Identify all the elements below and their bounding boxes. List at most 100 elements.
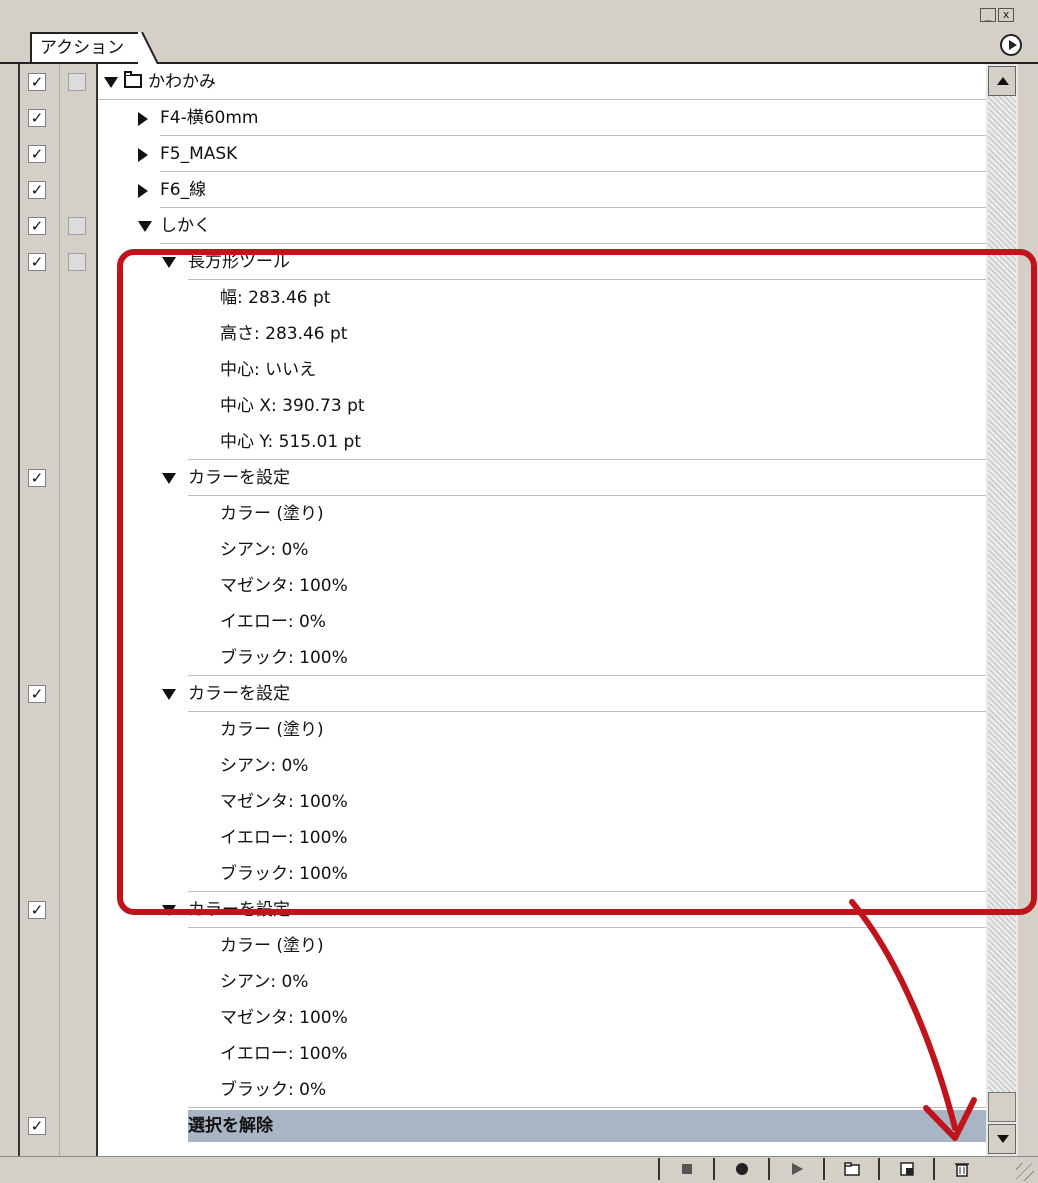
parameter-row[interactable]: シアン: 0%	[20, 532, 988, 568]
action-row[interactable]: ✓ F5_MASK	[20, 136, 988, 172]
row-label: F5_MASK	[160, 144, 238, 164]
new-set-button[interactable]	[823, 1158, 878, 1180]
expand-triangle-right-icon[interactable]	[138, 184, 148, 198]
toggle-item-checkbox[interactable]: ✓	[28, 1117, 46, 1135]
parameter-label: イエロー: 100%	[220, 1044, 348, 1064]
tab-actions[interactable]: アクション	[30, 32, 142, 62]
expand-triangle-down-icon[interactable]	[104, 77, 118, 88]
parameter-label: カラー (塗り)	[220, 720, 324, 740]
tab-slant-edge	[138, 32, 158, 64]
folder-icon	[124, 71, 142, 88]
parameter-label: シアン: 0%	[220, 972, 309, 992]
toggle-dialog-checkbox[interactable]	[68, 73, 86, 91]
row-label: しかく	[160, 216, 211, 236]
toggle-item-checkbox[interactable]: ✓	[28, 253, 46, 271]
parameter-row[interactable]: 中心 Y: 515.01 pt	[20, 424, 988, 460]
scroll-track[interactable]	[988, 96, 1016, 1122]
row-label: カラーを設定	[188, 900, 290, 920]
parameter-label: シアン: 0%	[220, 540, 309, 560]
record-icon	[736, 1163, 748, 1175]
folder-icon	[844, 1162, 860, 1176]
toggle-item-checkbox[interactable]: ✓	[28, 685, 46, 703]
expand-triangle-right-icon[interactable]	[138, 112, 148, 126]
selected-row-highlight	[188, 1110, 988, 1142]
parameter-row[interactable]: マゼンタ: 100%	[20, 568, 988, 604]
toggle-dialog-checkbox[interactable]	[68, 253, 86, 271]
stop-button[interactable]	[658, 1158, 713, 1180]
expand-triangle-down-icon[interactable]	[162, 473, 176, 484]
command-row[interactable]: ✓ 長方形ツール	[20, 244, 988, 280]
parameter-label: ブラック: 100%	[220, 864, 348, 884]
command-row[interactable]: ✓ カラーを設定	[20, 892, 988, 928]
parameter-label: 幅: 283.46 pt	[220, 288, 331, 308]
parameter-row[interactable]: 中心 X: 390.73 pt	[20, 388, 988, 424]
toggle-dialog-checkbox[interactable]	[68, 217, 86, 235]
parameter-row[interactable]: イエロー: 100%	[20, 820, 988, 856]
scroll-thumb[interactable]	[988, 1092, 1016, 1122]
row-label: カラーを設定	[188, 468, 290, 488]
parameter-row[interactable]: シアン: 0%	[20, 748, 988, 784]
row-label: F6_線	[160, 180, 207, 200]
title-strip: _ x	[0, 0, 1038, 28]
scroll-down-arrow-icon[interactable]	[988, 1124, 1016, 1154]
parameter-row[interactable]: マゼンタ: 100%	[20, 784, 988, 820]
row-label: 長方形ツール	[188, 252, 290, 272]
actions-toolbar	[0, 1156, 1038, 1183]
play-button[interactable]	[768, 1158, 823, 1180]
parameter-row[interactable]: カラー (塗り)	[20, 928, 988, 964]
expand-triangle-down-icon[interactable]	[162, 257, 176, 268]
expand-triangle-down-icon[interactable]	[162, 689, 176, 700]
minimize-button[interactable]: _	[980, 8, 996, 22]
parameter-row[interactable]: ブラック: 100%	[20, 640, 988, 676]
parameter-label: 中心 Y: 515.01 pt	[220, 432, 362, 452]
parameter-label: 中心: いいえ	[220, 360, 317, 380]
scroll-up-arrow-icon[interactable]	[988, 66, 1016, 96]
action-row[interactable]: ✓ しかく	[20, 208, 988, 244]
close-button[interactable]: x	[998, 8, 1014, 22]
parameter-row[interactable]: シアン: 0%	[20, 964, 988, 1000]
action-row[interactable]: ✓ F6_線	[20, 172, 988, 208]
parameter-label: マゼンタ: 100%	[220, 792, 348, 812]
parameter-row[interactable]: マゼンタ: 100%	[20, 1000, 988, 1036]
parameter-row[interactable]: イエロー: 0%	[20, 604, 988, 640]
toggle-item-checkbox[interactable]: ✓	[28, 469, 46, 487]
parameter-row[interactable]: ブラック: 100%	[20, 856, 988, 892]
record-button[interactable]	[713, 1158, 768, 1180]
new-action-button[interactable]	[878, 1158, 933, 1180]
parameter-row[interactable]: カラー (塗り)	[20, 712, 988, 748]
action-row[interactable]: ✓ F4-横60mm	[20, 100, 988, 136]
parameter-label: 高さ: 283.46 pt	[220, 324, 348, 344]
toggle-item-checkbox[interactable]: ✓	[28, 73, 46, 91]
row-label: カラーを設定	[188, 684, 290, 704]
parameter-row[interactable]: イエロー: 100%	[20, 1036, 988, 1072]
parameter-row[interactable]: 高さ: 283.46 pt	[20, 316, 988, 352]
resize-grip-icon[interactable]	[1016, 1163, 1034, 1181]
expand-triangle-right-icon[interactable]	[138, 148, 148, 162]
parameter-label: ブラック: 0%	[220, 1080, 327, 1100]
toggle-item-checkbox[interactable]: ✓	[28, 109, 46, 127]
action-set-row[interactable]: ✓ かわかみ	[20, 64, 988, 100]
stop-icon	[682, 1164, 692, 1174]
expand-triangle-down-icon[interactable]	[162, 905, 176, 916]
parameter-label: マゼンタ: 100%	[220, 1008, 348, 1028]
toggle-item-checkbox[interactable]: ✓	[28, 145, 46, 163]
command-row[interactable]: ✓ カラーを設定	[20, 676, 988, 712]
delete-button[interactable]	[933, 1158, 988, 1180]
toggle-item-checkbox[interactable]: ✓	[28, 217, 46, 235]
new-action-icon	[900, 1162, 914, 1176]
panel-menu-arrow-icon[interactable]	[1000, 34, 1022, 56]
parameter-row[interactable]: 中心: いいえ	[20, 352, 988, 388]
parameter-row[interactable]: カラー (塗り)	[20, 496, 988, 532]
parameter-row[interactable]: ブラック: 0%	[20, 1072, 988, 1108]
parameter-label: イエロー: 100%	[220, 828, 348, 848]
parameter-label: カラー (塗り)	[220, 504, 324, 524]
expand-triangle-down-icon[interactable]	[138, 221, 152, 232]
vertical-scrollbar[interactable]	[986, 64, 1018, 1156]
parameter-row[interactable]: 幅: 283.46 pt	[20, 280, 988, 316]
command-row[interactable]: ✓ カラーを設定	[20, 460, 988, 496]
command-row[interactable]: ✓ 選択を解除	[20, 1108, 988, 1144]
parameter-label: マゼンタ: 100%	[220, 576, 348, 596]
toggle-item-checkbox[interactable]: ✓	[28, 901, 46, 919]
toggle-item-checkbox[interactable]: ✓	[28, 181, 46, 199]
parameter-label: ブラック: 100%	[220, 648, 348, 668]
